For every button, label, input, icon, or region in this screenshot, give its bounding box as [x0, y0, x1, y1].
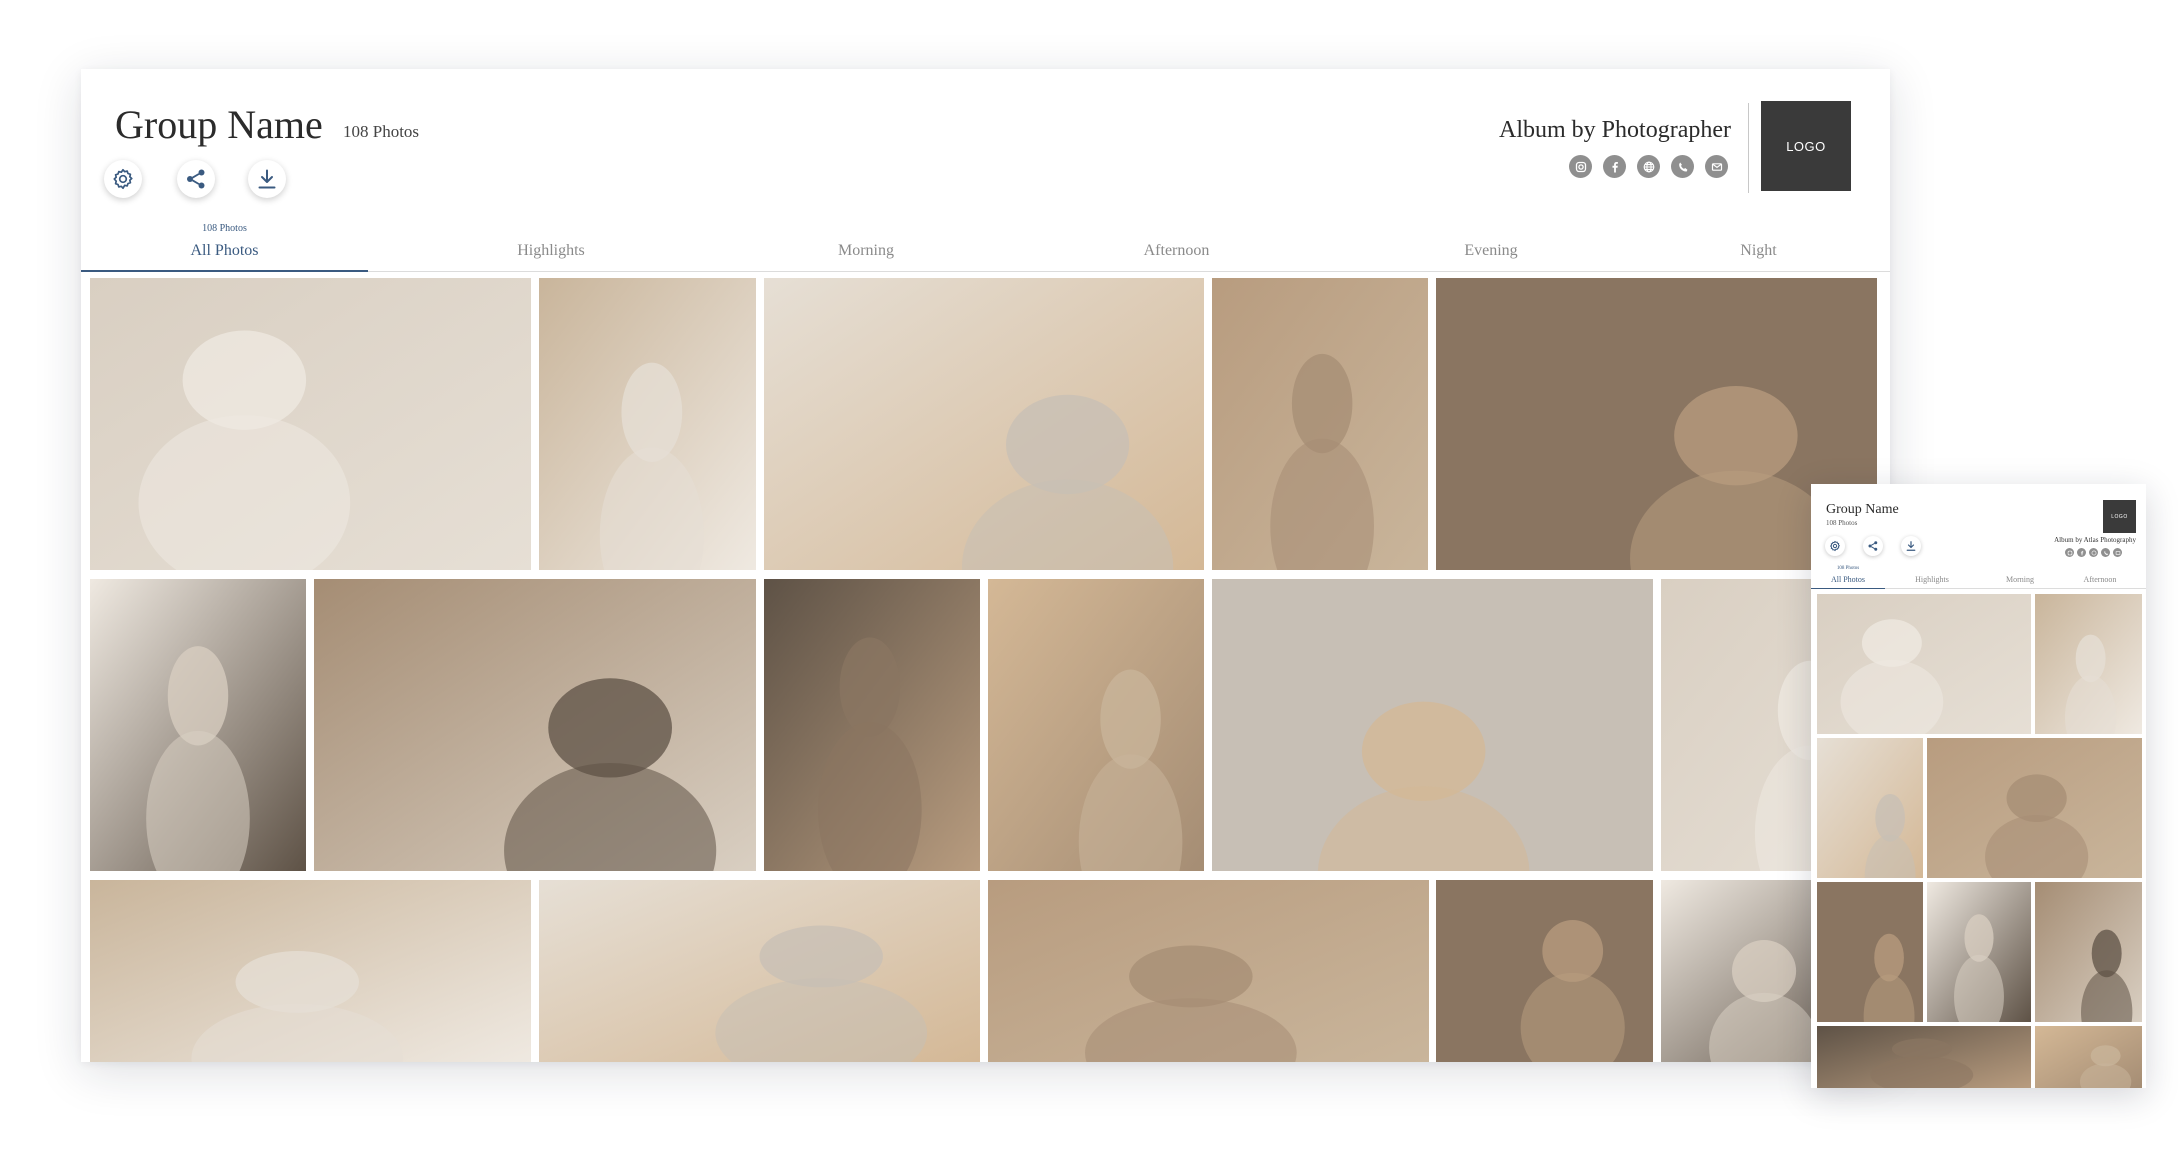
- mobile-gallery-mockup: Group Name 108 Photos LOGO Album by Atla…: [1811, 484, 2146, 1088]
- photo-thumbnail[interactable]: [1436, 880, 1653, 1062]
- photo-thumbnail[interactable]: [1927, 738, 2142, 878]
- photo-thumbnail[interactable]: [2035, 1026, 2142, 1088]
- photo-thumbnail[interactable]: [1212, 278, 1428, 570]
- photo-thumbnail[interactable]: [90, 880, 531, 1062]
- photo-thumbnail[interactable]: [988, 579, 1204, 871]
- photo-grid: [1811, 484, 2146, 1088]
- photo-thumbnail[interactable]: [988, 880, 1429, 1062]
- photo-thumbnail[interactable]: [764, 278, 1204, 570]
- photo-thumbnail[interactable]: [1817, 738, 1923, 878]
- photo-thumbnail[interactable]: [1817, 882, 1923, 1022]
- photo-thumbnail[interactable]: [2035, 882, 2142, 1022]
- photo-thumbnail[interactable]: [314, 579, 756, 871]
- photo-thumbnail[interactable]: [1927, 882, 2031, 1022]
- photo-thumbnail[interactable]: [539, 278, 756, 570]
- photo-thumbnail[interactable]: [1817, 594, 2031, 734]
- photo-grid: [81, 69, 1890, 1062]
- photo-thumbnail[interactable]: [90, 579, 306, 871]
- photo-thumbnail[interactable]: [764, 579, 980, 871]
- desktop-gallery-mockup: Group Name 108 Photos Album by Photograp…: [81, 69, 1890, 1062]
- photo-thumbnail[interactable]: [1212, 579, 1653, 871]
- photo-thumbnail[interactable]: [539, 880, 980, 1062]
- photo-thumbnail[interactable]: [1817, 1026, 2031, 1088]
- photo-thumbnail[interactable]: [90, 278, 531, 570]
- photo-thumbnail[interactable]: [2035, 594, 2142, 734]
